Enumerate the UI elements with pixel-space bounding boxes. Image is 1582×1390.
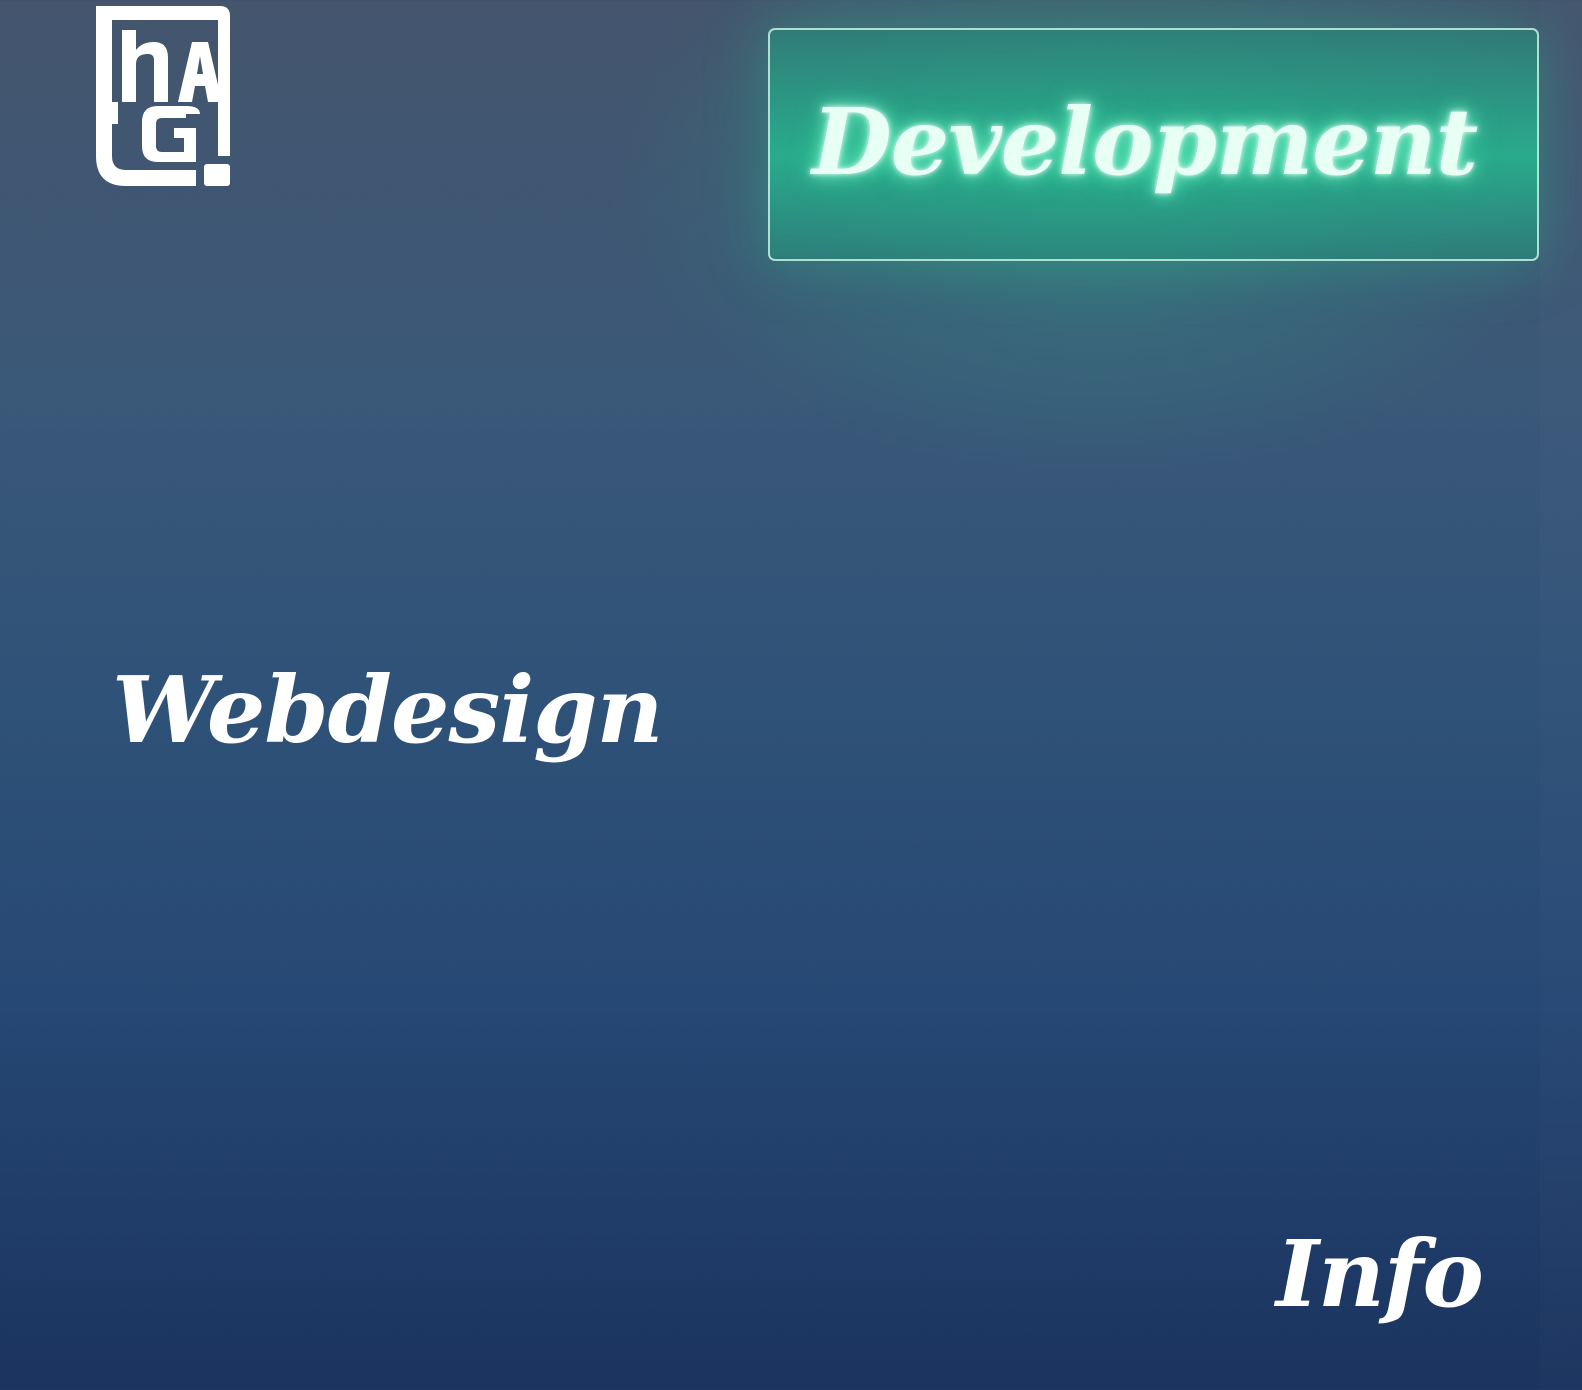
nav-link-development[interactable]: Development — [812, 96, 1478, 188]
hag-logo-icon[interactable] — [96, 6, 230, 186]
nav-link-info[interactable]: Info — [1276, 1228, 1484, 1320]
page-edge-strip — [1540, 0, 1582, 1390]
nav-link-webdesign[interactable]: Webdesign — [112, 664, 664, 756]
